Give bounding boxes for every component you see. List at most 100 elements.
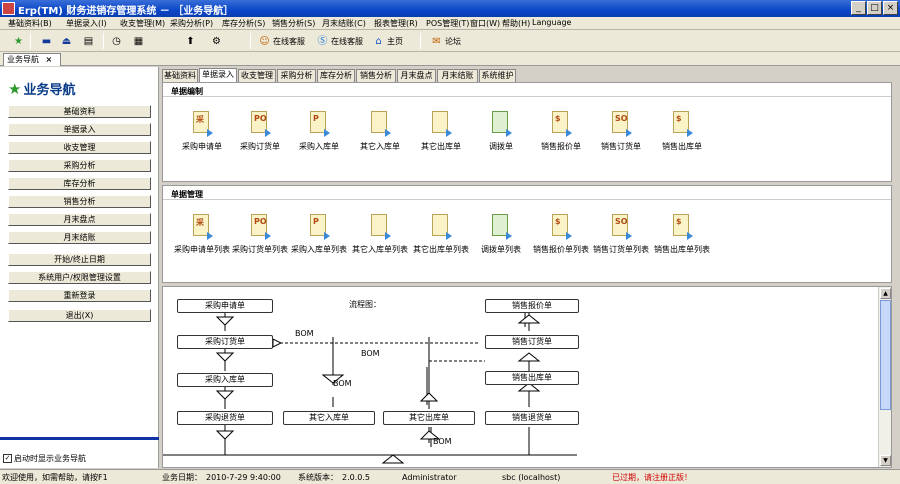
document-icon: 采 — [191, 111, 213, 137]
nav-purchase[interactable]: 采购分析 — [8, 159, 151, 172]
document-icon: PO — [249, 111, 271, 137]
toolbar-favorites-button[interactable]: ★ — [12, 33, 27, 49]
close-icon[interactable]: × — [46, 55, 53, 64]
menu-monthend[interactable]: 月末结账(C) — [322, 18, 366, 29]
app-icon[interactable] — [2, 2, 15, 15]
dot-icon: ▬ — [41, 35, 52, 47]
homepage-button[interactable]: ⌂ 主页 — [372, 33, 403, 49]
forum-icon: ✉ — [432, 35, 441, 47]
menu-basic[interactable]: 基础资料(B) — [8, 18, 52, 29]
toolbar-button-7[interactable]: ⬆ — [184, 33, 199, 49]
doc-sales-order-list[interactable]: SO 销售订货单列表 — [586, 214, 656, 255]
nav-basic-data[interactable]: 基础资料 — [8, 105, 151, 118]
tab-entry[interactable]: 单据录入 — [199, 68, 237, 82]
flowchart-caption: 流程图： — [349, 300, 381, 309]
nav-cash[interactable]: 收支管理 — [8, 141, 151, 154]
flow-box-sales-order[interactable]: 销售订货单 — [485, 335, 579, 349]
tab-monthend-check[interactable]: 月末盘点 — [397, 69, 436, 82]
nav-entry[interactable]: 单据录入 — [8, 123, 151, 136]
tab-sales[interactable]: 销售分析 — [356, 69, 396, 82]
document-icon — [430, 111, 452, 137]
online-service-button-1[interactable]: ☺ 在线客服 — [258, 33, 305, 49]
nav-stock[interactable]: 库存分析 — [8, 177, 151, 190]
vertical-scrollbar[interactable]: ▲ ▼ — [878, 287, 891, 467]
flow-box-purchase-request[interactable]: 采购申请单 — [177, 299, 273, 313]
menu-cash[interactable]: 收支管理(M) — [120, 18, 165, 29]
menu-window[interactable]: 窗口(W) — [470, 18, 500, 29]
document-icon — [430, 214, 452, 240]
menu-stock[interactable]: 库存分析(S) — [222, 18, 265, 29]
doc-other-in[interactable]: 其它入库单 — [345, 111, 415, 152]
scroll-thumb[interactable] — [880, 300, 891, 410]
nav-relogin[interactable]: 重新登录 — [8, 289, 151, 302]
doc-sales-out[interactable]: $ 销售出库单 — [647, 111, 717, 152]
menu-sales[interactable]: 销售分析(S) — [272, 18, 315, 29]
eject-icon: ⏏ — [61, 35, 72, 47]
maximize-button[interactable]: □ — [867, 1, 882, 15]
nav-date-range[interactable]: 开始/终止日期 — [8, 253, 151, 266]
toolbar-button-8[interactable]: ⚙ — [210, 33, 225, 49]
doc-tab-business-nav[interactable]: 业务导航 × — [3, 53, 61, 66]
forum-button[interactable]: ✉ 论坛 — [430, 33, 461, 49]
tab-cash[interactable]: 收支管理 — [238, 69, 276, 82]
status-version-value: 2.0.0.5 — [342, 473, 370, 482]
flow-box-other-out[interactable]: 其它出库单 — [383, 411, 475, 425]
toolbar-button-3[interactable]: ⏏ — [60, 33, 75, 49]
flow-box-other-in[interactable]: 其它入库单 — [283, 411, 375, 425]
tab-stock[interactable]: 库存分析 — [317, 69, 355, 82]
window-title: Erp(TM) 财务进销存管理系统 － ［业务导航］ — [18, 6, 234, 17]
flow-label-bom: BOM — [433, 437, 452, 446]
tab-monthend-close[interactable]: 月末结账 — [437, 69, 478, 82]
flow-box-sales-quote[interactable]: 销售报价单 — [485, 299, 579, 313]
tools-icon: ⚙ — [212, 35, 221, 47]
flow-box-sales-out[interactable]: 销售出库单 — [485, 371, 579, 385]
nav-monthend-check[interactable]: 月末盘点 — [8, 213, 151, 226]
tab-purchase[interactable]: 采购分析 — [277, 69, 316, 82]
scroll-up-icon[interactable]: ▲ — [880, 288, 891, 299]
dos-icon: ▤ — [83, 35, 94, 47]
doc-purchase-in-list[interactable]: P 采购入库单列表 — [284, 214, 354, 255]
pin-icon: ⬆ — [186, 35, 195, 47]
menu-language[interactable]: Language — [532, 18, 571, 27]
menu-report[interactable]: 报表管理(R) — [374, 18, 418, 29]
star-icon: ★ — [14, 35, 23, 47]
doc-sales-out-list[interactable]: $ 销售出库单列表 — [647, 214, 717, 255]
auto-show-nav-checkbox[interactable]: ✓ 启动时显示业务导航 — [3, 453, 86, 464]
doc-purchase-in[interactable]: P 采购入库单 — [284, 111, 354, 152]
doc-other-in-list[interactable]: 其它入库单列表 — [345, 214, 415, 255]
toolbar-button-6[interactable]: ▦ — [132, 33, 147, 49]
tab-basic-data[interactable]: 基础资料 — [162, 69, 198, 82]
nav-user-permissions[interactable]: 系统用户/权限管理设置 — [8, 271, 151, 284]
checkbox[interactable]: ✓ — [3, 454, 12, 463]
toolbar-button-5[interactable]: ◷ — [110, 33, 125, 49]
tab-system[interactable]: 系统维护 — [479, 69, 516, 82]
document-icon — [490, 214, 512, 240]
nav-sales[interactable]: 销售分析 — [8, 195, 151, 208]
toolbar-button-4[interactable]: ▤ — [82, 33, 97, 49]
menu-pos[interactable]: POS管理(T) — [426, 18, 469, 29]
minimize-button[interactable]: _ — [851, 1, 866, 15]
scroll-down-icon[interactable]: ▼ — [880, 455, 891, 466]
section-document-entry: 单据编制 采采购申请单 PO 采购订货单 P 采购入库单 其它入库单 其它出库单 调… — [162, 82, 892, 182]
flow-box-purchase-return[interactable]: 采购退货单 — [177, 411, 273, 425]
toolbar-separator — [30, 33, 31, 49]
nav-monthend-close[interactable]: 月末结账 — [8, 231, 151, 244]
status-version-label: 系统版本： — [298, 473, 338, 482]
document-icon: SO — [610, 111, 632, 137]
chat-icon: ☺ — [259, 35, 270, 47]
flow-box-purchase-order[interactable]: 采购订货单 — [177, 335, 273, 349]
menu-help[interactable]: 帮助(H) — [502, 18, 530, 29]
menu-purchase[interactable]: 采购分析(P) — [170, 18, 213, 29]
flow-box-sales-return[interactable]: 销售退货单 — [485, 411, 579, 425]
document-icon: $ — [550, 111, 572, 137]
online-service-button-2[interactable]: Ⓢ 在线客服 — [316, 33, 364, 49]
doc-sales-order[interactable]: SO 销售订货单 — [586, 111, 656, 152]
nav-exit[interactable]: 退出(X) — [8, 309, 151, 322]
clock-icon: ◷ — [112, 35, 121, 47]
flow-box-purchase-in[interactable]: 采购入库单 — [177, 373, 273, 387]
menu-entry[interactable]: 单据录入(I) — [66, 18, 107, 29]
document-icon: $ — [671, 214, 693, 240]
toolbar-button-2[interactable]: ▬ — [40, 33, 55, 49]
close-button[interactable]: × — [883, 1, 898, 15]
calc-icon: ▦ — [133, 35, 144, 47]
